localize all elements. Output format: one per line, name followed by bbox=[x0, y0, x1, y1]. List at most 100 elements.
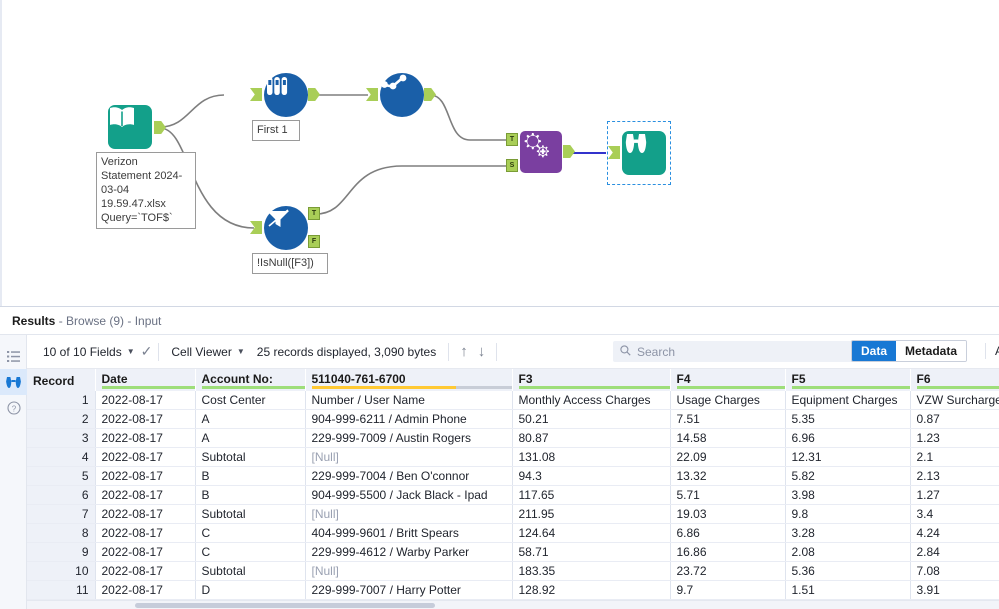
record-number-cell[interactable]: 8 bbox=[27, 523, 96, 543]
column-header-1[interactable]: Date bbox=[95, 369, 196, 391]
table-cell[interactable]: C bbox=[195, 523, 306, 543]
data-metadata-toggle[interactable]: Data Metadata bbox=[851, 340, 968, 362]
search-input[interactable] bbox=[637, 344, 837, 359]
table-cell[interactable]: 23.72 bbox=[670, 561, 786, 581]
table-cell[interactable]: Subtotal bbox=[195, 561, 306, 581]
table-row[interactable]: 11 2022-08-17 D 229-999-7007 / Harry Potter… bbox=[27, 580, 999, 600]
table-cell[interactable]: 7.51 bbox=[670, 409, 786, 429]
table-cell[interactable]: C bbox=[195, 542, 306, 562]
table-cell[interactable]: 229-999-7004 / Ben O'connor bbox=[305, 466, 513, 486]
scrollbar-thumb[interactable] bbox=[135, 603, 435, 608]
table-cell[interactable]: 404-999-9601 / Britt Spears bbox=[305, 523, 513, 543]
table-cell[interactable]: 2022-08-17 bbox=[95, 447, 196, 467]
table-cell[interactable]: 211.95 bbox=[512, 504, 671, 524]
rename-target-anchor[interactable]: T bbox=[506, 133, 518, 146]
column-header-7[interactable]: F6 bbox=[910, 369, 999, 391]
table-row[interactable]: 9 2022-08-17 C 229-999-4612 / Warby Parker 5… bbox=[27, 542, 999, 562]
table-cell[interactable]: 2022-08-17 bbox=[95, 523, 196, 543]
table-cell[interactable]: 5.82 bbox=[785, 466, 911, 486]
table-cell[interactable]: 2.1 bbox=[910, 447, 999, 467]
table-cell[interactable]: 13.32 bbox=[670, 466, 786, 486]
record-number-cell[interactable]: 1 bbox=[27, 391, 96, 410]
table-row[interactable]: 1 2022-08-17 Cost Center Number / User Name… bbox=[27, 391, 999, 410]
table-cell[interactable]: 19.03 bbox=[670, 504, 786, 524]
filter-tool[interactable]: T F bbox=[250, 206, 320, 250]
list-icon[interactable] bbox=[0, 343, 27, 369]
table-cell[interactable]: A bbox=[195, 409, 306, 429]
table-cell[interactable]: 12.31 bbox=[785, 447, 911, 467]
checkmark-icon[interactable]: ✓ bbox=[141, 343, 153, 360]
record-number-cell[interactable]: 7 bbox=[27, 504, 96, 524]
table-cell[interactable]: 14.58 bbox=[670, 428, 786, 448]
input-data-tool[interactable] bbox=[108, 105, 166, 149]
cell-viewer-selector[interactable]: Cell Viewer ▼ bbox=[165, 345, 250, 359]
table-cell[interactable]: 5.71 bbox=[670, 485, 786, 505]
table-cell[interactable]: 2022-08-17 bbox=[95, 580, 196, 600]
table-cell[interactable]: 3.28 bbox=[785, 523, 911, 543]
table-cell[interactable]: 2022-08-17 bbox=[95, 428, 196, 448]
record-number-cell[interactable]: 4 bbox=[27, 447, 96, 467]
table-row[interactable]: 8 2022-08-17 C 404-999-9601 / Britt Spears 1… bbox=[27, 523, 999, 543]
table-cell[interactable]: 3.91 bbox=[910, 580, 999, 600]
arrow-down-icon[interactable]: ↓ bbox=[473, 343, 491, 360]
table-cell[interactable]: 2.13 bbox=[910, 466, 999, 486]
table-cell[interactable]: 229-999-4612 / Warby Parker bbox=[305, 542, 513, 562]
column-header-0[interactable]: Record bbox=[27, 369, 96, 391]
table-cell[interactable]: Subtotal bbox=[195, 504, 306, 524]
table-cell[interactable]: 16.86 bbox=[670, 542, 786, 562]
table-cell[interactable]: 124.64 bbox=[512, 523, 671, 543]
table-cell[interactable]: D bbox=[195, 580, 306, 600]
table-cell[interactable]: 131.08 bbox=[512, 447, 671, 467]
fields-selector[interactable]: 10 of 10 Fields ▼ bbox=[37, 345, 141, 359]
table-cell[interactable]: 0.87 bbox=[910, 409, 999, 429]
table-cell[interactable]: 229-999-7009 / Austin Rogers bbox=[305, 428, 513, 448]
table-cell[interactable]: 2022-08-17 bbox=[95, 504, 196, 524]
table-row[interactable]: 7 2022-08-17 Subtotal [Null] 211.95 19.03 9.8 3… bbox=[27, 504, 999, 524]
table-cell[interactable]: 183.35 bbox=[512, 561, 671, 581]
table-cell[interactable]: 1.51 bbox=[785, 580, 911, 600]
tab-data[interactable]: Data bbox=[852, 341, 897, 361]
table-cell[interactable]: 58.71 bbox=[512, 542, 671, 562]
data-cleansing-tool[interactable] bbox=[366, 73, 436, 117]
table-cell[interactable]: Subtotal bbox=[195, 447, 306, 467]
table-cell[interactable]: 117.65 bbox=[512, 485, 671, 505]
column-header-4[interactable]: F3 bbox=[512, 369, 671, 391]
table-cell[interactable]: 229-999-7007 / Harry Potter bbox=[305, 580, 513, 600]
table-cell[interactable]: VZW Surcharges bbox=[910, 391, 999, 410]
table-row[interactable]: 5 2022-08-17 B 229-999-7004 / Ben O'connor 9… bbox=[27, 466, 999, 486]
filter-false-anchor[interactable]: F bbox=[308, 235, 320, 248]
column-header-3[interactable]: 511040-761-6700 bbox=[305, 369, 513, 391]
table-cell[interactable]: 3.98 bbox=[785, 485, 911, 505]
table-cell[interactable]: 904-999-5500 / Jack Black - Ipad bbox=[305, 485, 513, 505]
table-cell[interactable]: Equipment Charges bbox=[785, 391, 911, 410]
search-box[interactable] bbox=[613, 341, 865, 362]
table-cell[interactable]: B bbox=[195, 485, 306, 505]
table-cell[interactable]: 5.36 bbox=[785, 561, 911, 581]
table-cell[interactable]: 1.27 bbox=[910, 485, 999, 505]
table-cell[interactable]: 2.84 bbox=[910, 542, 999, 562]
table-cell[interactable]: Number / User Name bbox=[305, 391, 513, 410]
table-cell[interactable]: 9.7 bbox=[670, 580, 786, 600]
table-cell[interactable]: 6.96 bbox=[785, 428, 911, 448]
record-number-cell[interactable]: 5 bbox=[27, 466, 96, 486]
table-cell[interactable]: 6.86 bbox=[670, 523, 786, 543]
help-icon[interactable]: ? bbox=[0, 395, 27, 421]
table-cell[interactable]: B bbox=[195, 466, 306, 486]
column-header-2[interactable]: Account No: bbox=[195, 369, 306, 391]
filter-true-anchor[interactable]: T bbox=[308, 207, 320, 220]
record-number-cell[interactable]: 9 bbox=[27, 542, 96, 562]
table-row[interactable]: 4 2022-08-17 Subtotal [Null] 131.08 22.09 12.3… bbox=[27, 447, 999, 467]
table-cell[interactable]: 2022-08-17 bbox=[95, 409, 196, 429]
browse-tool[interactable] bbox=[608, 131, 666, 175]
table-cell[interactable]: 904-999-6211 / Admin Phone bbox=[305, 409, 513, 429]
table-cell[interactable]: Cost Center bbox=[195, 391, 306, 410]
table-cell[interactable]: 50.21 bbox=[512, 409, 671, 429]
record-number-cell[interactable]: 6 bbox=[27, 485, 96, 505]
table-cell[interactable]: [Null] bbox=[305, 447, 513, 467]
table-cell[interactable]: 2022-08-17 bbox=[95, 466, 196, 486]
horizontal-scrollbar[interactable] bbox=[27, 600, 999, 609]
table-cell[interactable]: 3.4 bbox=[910, 504, 999, 524]
table-cell[interactable]: 4.24 bbox=[910, 523, 999, 543]
dynamic-rename-tool[interactable]: T S bbox=[506, 131, 575, 173]
workflow-canvas[interactable]: Verizon Statement 2024-03-04 19.59.47.xl… bbox=[0, 0, 999, 306]
